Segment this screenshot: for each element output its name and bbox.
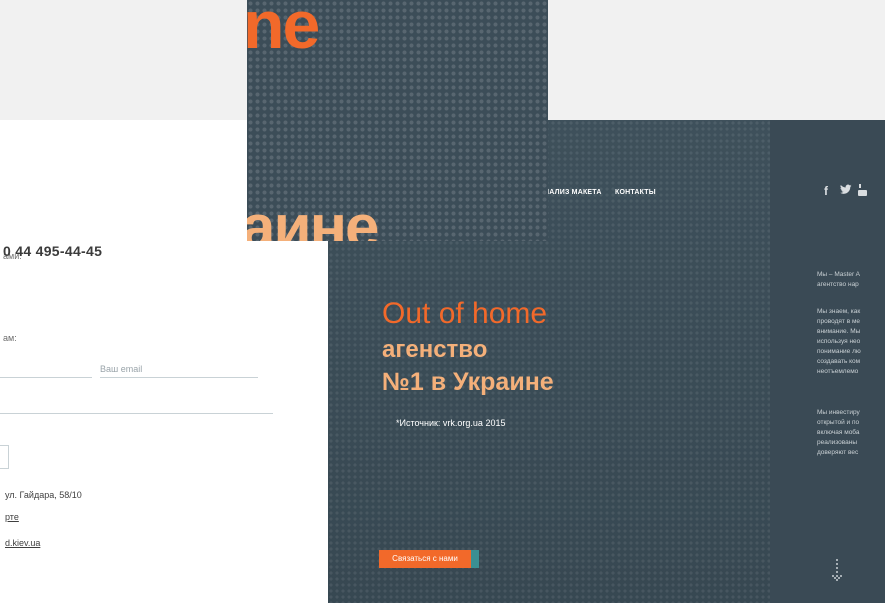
scroll-down-arrow-icon[interactable] [830,558,844,588]
headline-out-of-home: Out of home [382,297,548,330]
about-paragraph-1: Мы – Master A агентство нар [817,271,860,288]
headline-number-one: №1 в Украине [382,368,554,396]
email-field[interactable]: Ваш email [100,364,142,374]
name-field-underline[interactable] [0,377,92,378]
write-label: ам: [3,333,17,343]
youtube-icon[interactable] [858,184,868,199]
submit-button[interactable] [0,445,9,469]
contact-us-button[interactable]: Связаться с нами [379,550,479,568]
hero-page-preview: ne аине [247,0,548,241]
twitter-icon[interactable] [840,184,852,198]
email-link[interactable]: d.kiev.ua [5,538,40,548]
hero-word-top: ne [247,0,320,63]
headline-agency: агенство [382,336,488,363]
address-text: ул. Гайдара, 58/10 [5,490,82,500]
map-link[interactable]: рте [5,512,19,522]
nav-item-contacts[interactable]: КОНТАКТЫ [615,189,656,196]
nav-item-analysis[interactable]: НАЛИЗ МАКЕТА [544,189,602,196]
hero-word-bottom: аине [247,193,380,241]
about-paragraph-3: Мы инвестиру открытой и по включая моба … [817,409,860,456]
message-field-underline[interactable] [0,413,273,414]
facebook-icon[interactable]: f [824,184,828,198]
email-field-underline[interactable] [100,377,258,378]
phone-number[interactable]: 0 44 495-44-45 [3,243,102,259]
source-note: *Источник: vrk.org.ua 2015 [396,418,506,428]
about-paragraph-2: Мы знаем, как проводят в ме внимание. Мы… [817,308,861,375]
